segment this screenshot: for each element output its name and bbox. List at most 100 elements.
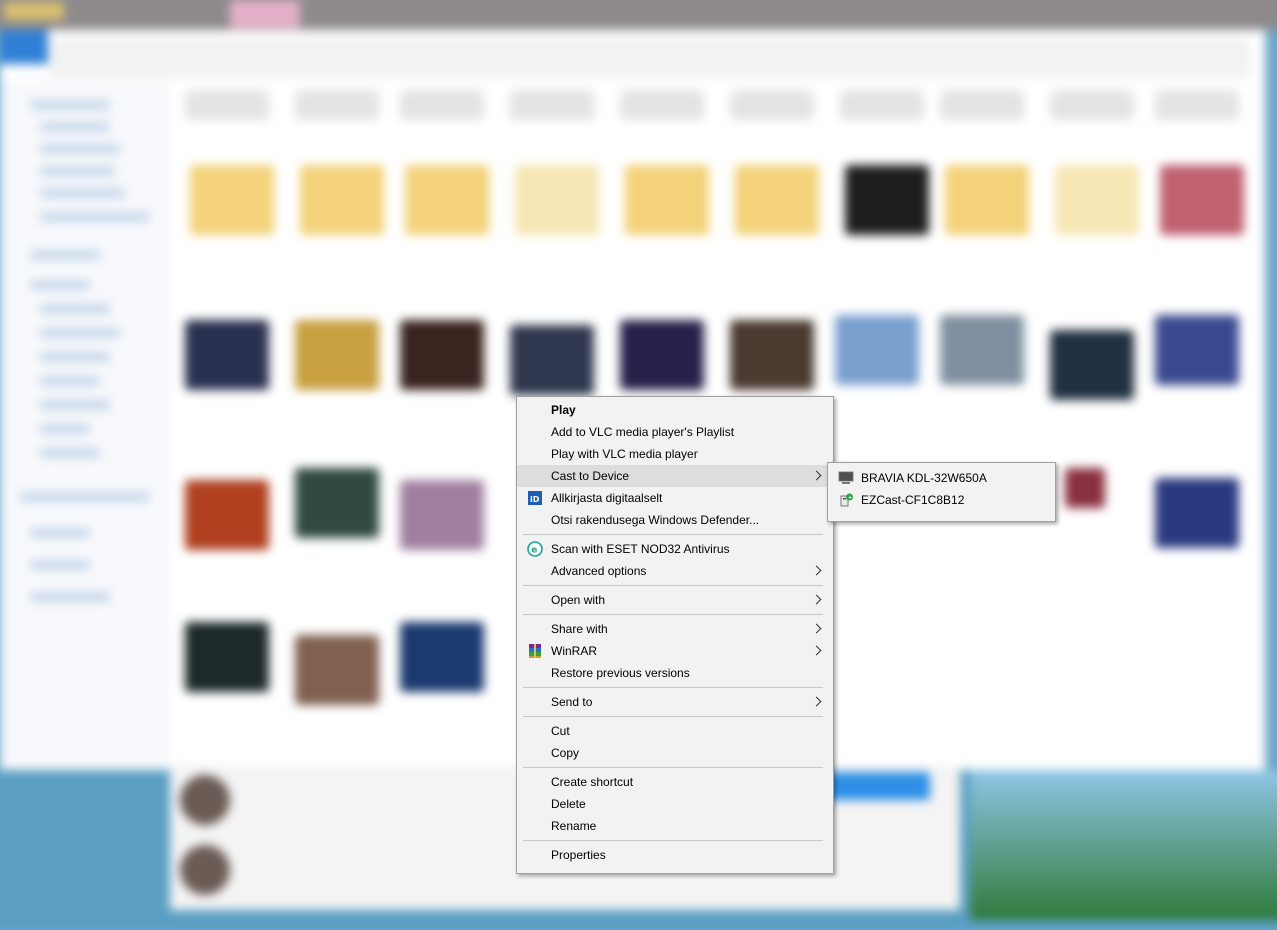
folder-thumbnail [515,165,599,235]
background-image [970,770,1277,920]
file-caption [185,90,269,120]
chevron-right-icon [811,623,822,634]
navigation-pane [0,80,170,770]
svg-text:e: e [531,546,537,556]
menu-item-label: Open with [551,593,606,607]
menu-item-restore-previous-versions[interactable]: Restore previous versions [517,662,833,684]
nav-line [40,188,125,198]
folder-thumbnail [1055,165,1139,235]
nav-line [30,280,90,290]
menu-item-label: Advanced options [551,564,647,578]
file-caption [620,90,704,120]
video-thumbnail [835,315,919,385]
nav-line [30,592,110,602]
video-thumbnail [620,320,704,390]
menu-separator [523,614,823,615]
video-thumbnail [295,320,379,390]
folder-thumbnail [190,165,274,235]
menu-item-label: WinRAR [551,644,598,658]
video-thumbnail [940,315,1024,385]
video-thumbnail [400,622,484,692]
file-caption [840,90,924,120]
nav-line [30,100,110,110]
cast-to-device-submenu: BRAVIA KDL-32W650A + EZCast-CF1C8B12 [827,462,1056,522]
menu-item-label: Send to [551,695,593,709]
file-caption [1050,90,1134,120]
folder-thumbnail [845,165,929,235]
titlebar-folder-block [4,2,64,20]
svg-text:+: + [848,495,853,501]
nav-line [20,492,150,502]
video-thumbnail [1155,478,1239,548]
cast-device-icon: + [840,493,853,507]
nav-line [30,250,100,260]
file-caption [295,90,379,120]
window-titlebar [0,0,1277,30]
nav-line [40,400,110,410]
tv-icon [838,471,854,484]
video-thumbnail [185,480,269,550]
menu-item-rename[interactable]: Rename [517,815,833,837]
svg-text:iD: iD [530,495,540,504]
file-caption [510,90,594,120]
menu-item-add-to-vlc-playlist[interactable]: Add to VLC media player's Playlist [517,421,833,443]
menu-item-digital-signature[interactable]: iD Allkirjasta digitaalselt [517,487,833,509]
menu-item-label: Share with [551,622,608,636]
folder-thumbnail [1160,165,1244,235]
menu-item-copy[interactable]: Copy [517,742,833,764]
chevron-right-icon [811,470,822,481]
cast-device-ezcast[interactable]: + EZCast-CF1C8B12 [828,489,1055,511]
video-thumbnail [510,325,594,395]
menu-separator [523,687,823,688]
menu-separator [523,840,823,841]
menu-item-label: Allkirjasta digitaalselt [551,491,663,505]
cast-device-bravia[interactable]: BRAVIA KDL-32W650A [828,467,1055,489]
titlebar-tab-block [230,0,300,28]
menu-item-cut[interactable]: Cut [517,720,833,742]
winrar-icon [529,644,541,658]
nav-line [40,122,110,132]
folder-thumbnail [405,165,489,235]
menu-separator [523,585,823,586]
video-thumbnail [295,635,379,705]
nav-line [40,166,115,176]
folder-thumbnail [625,165,709,235]
menu-item-cast-to-device[interactable]: Cast to Device [517,465,833,487]
nav-line [30,528,90,538]
menu-item-open-with[interactable]: Open with [517,589,833,611]
menu-item-delete[interactable]: Delete [517,793,833,815]
avatar [180,845,230,895]
menu-item-play-with-vlc[interactable]: Play with VLC media player [517,443,833,465]
nav-line [40,144,120,154]
eset-icon: e [527,541,543,557]
menu-item-winrar[interactable]: WinRAR [517,640,833,662]
menu-separator [523,716,823,717]
menu-item-windows-defender[interactable]: Otsi rakendusega Windows Defender... [517,509,833,531]
menu-item-eset-scan[interactable]: e Scan with ESET NOD32 Antivirus [517,538,833,560]
nav-line [40,212,150,222]
video-thumbnail [1155,315,1239,385]
menu-item-share-with[interactable]: Share with [517,618,833,640]
menu-item-advanced-options[interactable]: Advanced options [517,560,833,582]
menu-item-send-to[interactable]: Send to [517,691,833,713]
folder-thumbnail [300,165,384,235]
nav-line [40,352,110,362]
chevron-right-icon [811,594,822,605]
chevron-right-icon [811,696,822,707]
menu-item-create-shortcut[interactable]: Create shortcut [517,771,833,793]
video-thumbnail [400,320,484,390]
menu-item-label: Cast to Device [551,469,630,483]
file-caption [400,90,484,120]
cast-device-label: BRAVIA KDL-32W650A [861,471,987,485]
chevron-right-icon [811,645,822,656]
digital-signature-icon: iD [528,491,542,505]
nav-line [40,328,120,338]
menu-separator [523,534,823,535]
explorer-ribbon [50,38,1250,78]
avatar [180,775,230,825]
menu-item-properties[interactable]: Properties [517,844,833,866]
nav-line [40,448,100,458]
nav-line [40,424,90,434]
nav-line [40,304,110,314]
menu-item-play[interactable]: Play [517,399,833,421]
